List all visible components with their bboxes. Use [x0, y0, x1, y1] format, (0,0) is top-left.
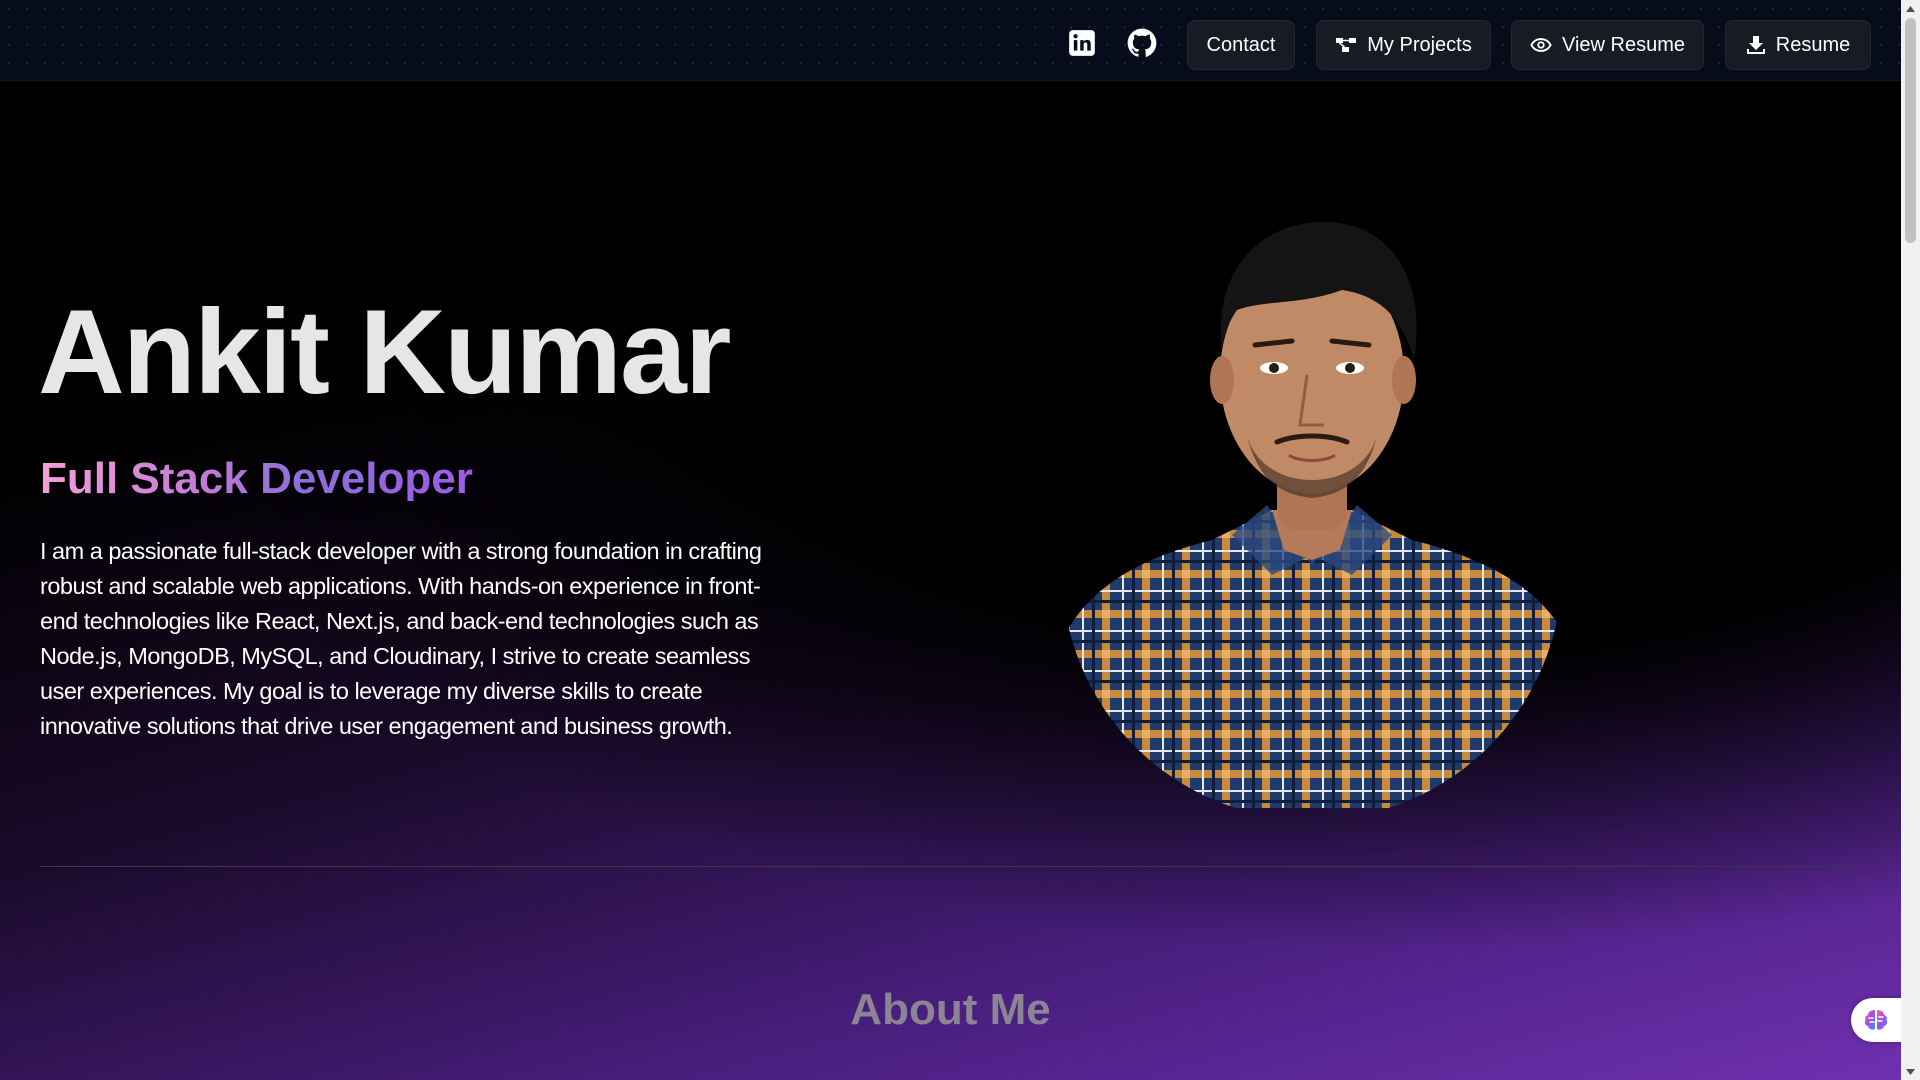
my-projects-button[interactable]: My Projects [1316, 20, 1491, 70]
eye-icon [1530, 38, 1552, 52]
hero-name: Ankit Kumar [38, 285, 731, 420]
section-divider [40, 866, 1860, 867]
vertical-scrollbar[interactable] [1901, 0, 1920, 1080]
profile-photo [1062, 221, 1562, 808]
scroll-down-arrow[interactable] [1901, 1063, 1920, 1080]
view-resume-label: View Resume [1561, 33, 1686, 56]
contact-label: Contact [1206, 33, 1276, 56]
scroll-thumb[interactable] [1905, 18, 1916, 243]
my-projects-label: My Projects [1367, 33, 1472, 56]
hero-role: Full Stack Developer [40, 453, 473, 503]
download-resume-button[interactable]: Resume [1725, 20, 1871, 70]
github-icon[interactable] [1127, 28, 1157, 58]
contact-button[interactable]: Contact [1187, 20, 1295, 70]
about-heading: About Me [850, 984, 1051, 1034]
navbar: Contact My Projects View Resume Resume [0, 0, 1901, 81]
resume-label: Resume [1775, 33, 1851, 56]
project-diagram-icon [1336, 38, 1357, 52]
hero-bio: I am a passionate full-stack developer w… [40, 537, 762, 739]
view-resume-button[interactable]: View Resume [1511, 20, 1704, 70]
scroll-up-arrow[interactable] [1901, 0, 1920, 17]
download-icon [1746, 36, 1765, 54]
ai-assistant-button[interactable] [1851, 998, 1905, 1042]
linkedin-icon[interactable] [1067, 28, 1097, 58]
page-viewport: Contact My Projects View Resume Resume A… [0, 0, 1901, 1080]
brain-icon [1864, 1010, 1888, 1030]
